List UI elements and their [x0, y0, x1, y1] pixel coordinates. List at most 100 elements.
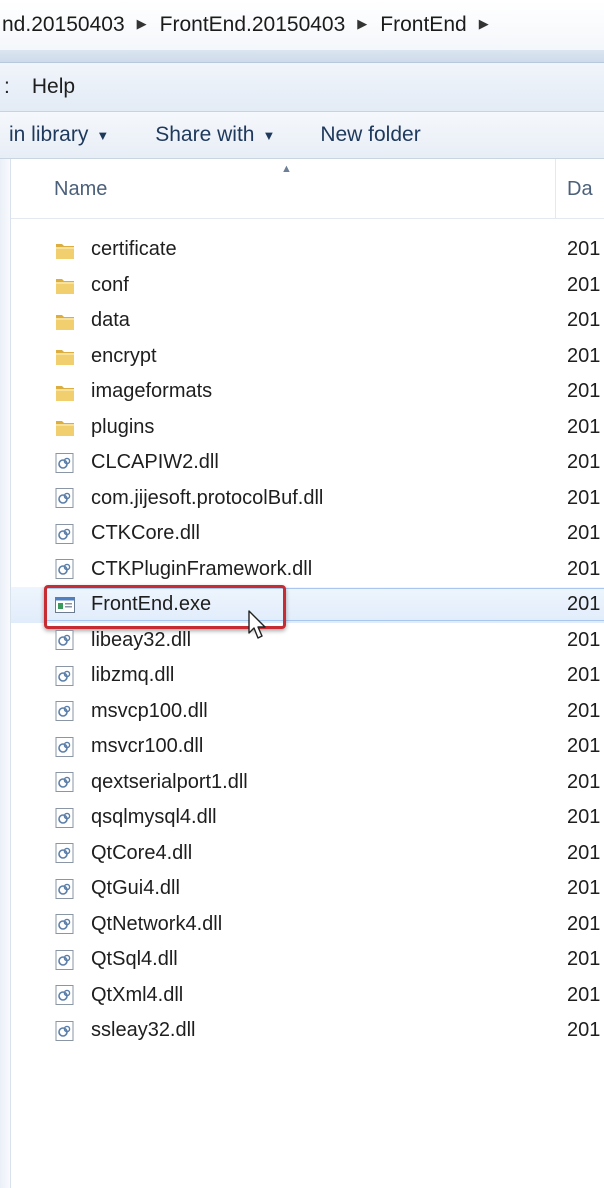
file-date: 201 — [567, 664, 601, 687]
dll-file-icon — [54, 700, 76, 722]
file-row[interactable]: msvcp100.dll 201 — [11, 694, 604, 730]
new-folder-label: New folder — [320, 123, 421, 146]
file-row[interactable]: imageformats 201 — [11, 374, 604, 410]
file-row[interactable]: data 201 — [11, 303, 604, 339]
new-folder-button[interactable]: New folder — [320, 123, 420, 147]
file-name: msvcp100.dll — [91, 699, 208, 722]
file-name: plugins — [91, 415, 155, 438]
file-date: 201 — [567, 983, 601, 1006]
breadcrumb-segment[interactable]: FrontEnd — [380, 13, 466, 37]
file-date: 201 — [567, 415, 601, 438]
dll-file-icon — [54, 452, 76, 474]
file-row[interactable]: libzmq.dll 201 — [11, 658, 604, 694]
file-name: com.jijesoft.protocolBuf.dll — [91, 486, 324, 509]
file-date: 201 — [567, 806, 601, 829]
file-date: 201 — [567, 593, 601, 616]
chevron-right-icon[interactable]: ▶ — [479, 16, 489, 32]
file-row[interactable]: conf 201 — [11, 268, 604, 304]
chevron-right-icon[interactable]: ▶ — [357, 16, 367, 32]
file-date: 201 — [567, 557, 601, 580]
dll-file-icon — [54, 487, 76, 509]
file-row[interactable]: plugins 201 — [11, 410, 604, 446]
dll-file-icon — [54, 842, 76, 864]
file-row[interactable]: CLCAPIW2.dll 201 — [11, 445, 604, 481]
include-in-library-button[interactable]: in library ▼ — [9, 123, 109, 147]
file-name: imageformats — [91, 380, 213, 403]
file-row[interactable]: com.jijesoft.protocolBuf.dll 201 — [11, 481, 604, 517]
file-row[interactable]: QtNetwork4.dll 201 — [11, 907, 604, 943]
menu-item-fragment[interactable]: : — [4, 75, 10, 99]
folder-icon — [54, 274, 76, 296]
share-with-label: Share with — [155, 123, 255, 146]
file-row[interactable]: CTKCore.dll 201 — [11, 516, 604, 552]
file-row[interactable]: certificate 201 — [11, 232, 604, 268]
breadcrumb-segment[interactable]: nd.20150403 — [2, 13, 125, 37]
file-name: CLCAPIW2.dll — [91, 451, 219, 474]
file-row[interactable]: QtSql4.dll 201 — [11, 942, 604, 978]
file-date: 201 — [567, 522, 601, 545]
file-row[interactable]: qextserialport1.dll 201 — [11, 765, 604, 801]
file-date: 201 — [567, 273, 601, 296]
file-date: 201 — [567, 912, 601, 935]
dll-file-icon — [54, 558, 76, 580]
dll-file-icon — [54, 771, 76, 793]
file-list-pane: ▲ Name Da certificate 201 conf 201 data 201 en… — [0, 159, 604, 1188]
column-divider[interactable] — [555, 159, 556, 218]
folder-icon — [54, 381, 76, 403]
file-row[interactable]: encrypt 201 — [11, 339, 604, 375]
file-name: qsqlmysql4.dll — [91, 806, 217, 829]
file-date: 201 — [567, 841, 601, 864]
dll-file-icon — [54, 736, 76, 758]
selected-file-row[interactable]: FrontEnd.exe 201 — [11, 585, 604, 639]
file-name: certificate — [91, 238, 177, 261]
file-date: 201 — [567, 628, 601, 651]
file-date: 201 — [567, 451, 601, 474]
file-name: QtSql4.dll — [91, 948, 178, 971]
file-name: CTKCore.dll — [91, 522, 200, 545]
address-bar-divider — [0, 50, 604, 63]
address-bar[interactable]: nd.20150403 ▶ FrontEnd.20150403 ▶ FrontE… — [0, 0, 604, 51]
file-date: 201 — [567, 380, 601, 403]
dll-file-icon — [54, 1020, 76, 1042]
breadcrumb-segment[interactable]: FrontEnd.20150403 — [160, 13, 346, 37]
file-row[interactable]: QtXml4.dll 201 — [11, 978, 604, 1014]
file-row[interactable]: libeay32.dll 201 — [11, 623, 604, 659]
file-date: 201 — [567, 735, 601, 758]
file-date: 201 — [567, 877, 601, 900]
file-row[interactable]: qsqlmysql4.dll 201 — [11, 800, 604, 836]
dll-file-icon — [54, 878, 76, 900]
file-name: QtXml4.dll — [91, 983, 184, 1006]
dll-file-icon — [54, 807, 76, 829]
file-name: libzmq.dll — [91, 664, 175, 687]
column-header-row: ▲ Name Da — [11, 159, 604, 219]
file-row[interactable]: QtGui4.dll 201 — [11, 871, 604, 907]
column-header-date[interactable]: Da — [567, 178, 593, 201]
folder-icon — [54, 310, 76, 332]
file-list: certificate 201 conf 201 data 201 encrypt 201 im… — [11, 232, 604, 1049]
file-date: 201 — [567, 309, 601, 332]
navigation-pane-edge — [0, 159, 11, 1188]
share-with-button[interactable]: Share with ▼ — [155, 123, 275, 147]
file-name: qextserialport1.dll — [91, 770, 248, 793]
dll-file-icon — [54, 665, 76, 687]
file-row[interactable]: msvcr100.dll 201 — [11, 729, 604, 765]
file-date: 201 — [567, 486, 601, 509]
dropdown-arrow-icon: ▼ — [96, 127, 110, 143]
folder-icon — [54, 345, 76, 367]
file-row[interactable]: ssleay32.dll 201 — [11, 1013, 604, 1049]
dll-file-icon — [54, 629, 76, 651]
file-row[interactable]: CTKPluginFramework.dll 201 — [11, 552, 604, 588]
column-header-name[interactable]: Name — [54, 178, 107, 201]
include-in-library-label: in library — [9, 123, 89, 146]
menu-item-help[interactable]: Help — [32, 75, 75, 99]
chevron-right-icon[interactable]: ▶ — [137, 16, 147, 32]
file-name: data — [91, 309, 130, 332]
command-toolbar: in library ▼ Share with ▼ New folder — [0, 112, 604, 159]
file-date: 201 — [567, 948, 601, 971]
file-name: libeay32.dll — [91, 628, 192, 651]
file-row[interactable]: QtCore4.dll 201 — [11, 836, 604, 872]
file-date: 201 — [567, 770, 601, 793]
file-name: encrypt — [91, 344, 157, 367]
file-name: QtNetwork4.dll — [91, 912, 223, 935]
dll-file-icon — [54, 949, 76, 971]
